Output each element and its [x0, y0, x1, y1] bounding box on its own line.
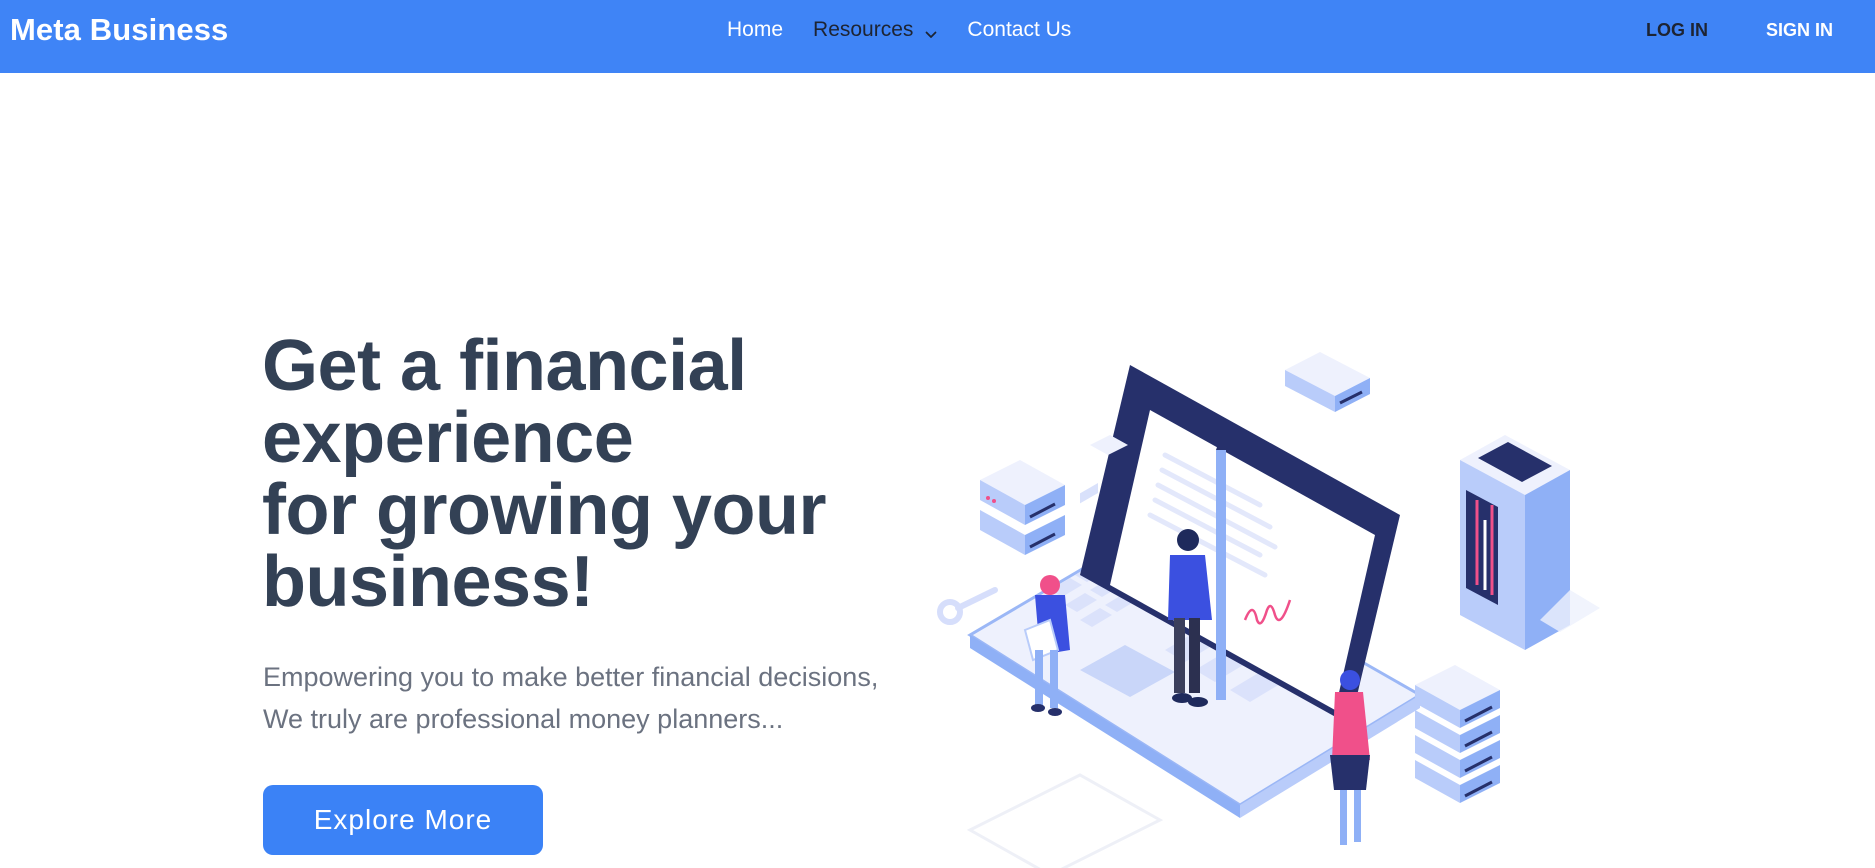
hero-title-line: Get a financial	[262, 326, 747, 406]
top-navbar: Meta Business Home Resources Contact Us …	[0, 0, 1875, 73]
nav-resources-dropdown[interactable]: Resources	[813, 18, 937, 42]
hero-subtitle-line: Empowering you to make better financial …	[263, 662, 879, 692]
hero-title-line: business!	[262, 542, 594, 622]
explore-more-button[interactable]: Explore More	[263, 785, 543, 855]
nav-links: Home Resources Contact Us	[727, 18, 1071, 42]
hero-subtitle: Empowering you to make better financial …	[263, 656, 963, 740]
nav-resources-label: Resources	[813, 18, 914, 41]
login-button[interactable]: LOG IN	[1646, 20, 1708, 41]
hero-title-line: experience	[262, 398, 634, 478]
nav-home-link[interactable]: Home	[727, 18, 783, 42]
hero-title-line: for growing your	[262, 470, 826, 550]
nav-contact-link[interactable]: Contact Us	[967, 18, 1071, 42]
chevron-down-icon	[925, 23, 937, 38]
hero-subtitle-line: We truly are professional money planners…	[263, 704, 784, 734]
hero-illustration	[937, 352, 1600, 868]
hero-title: Get a financial experience for growing y…	[262, 330, 942, 618]
signin-button[interactable]: SIGN IN	[1766, 20, 1833, 41]
brand-logo[interactable]: Meta Business	[10, 12, 228, 48]
